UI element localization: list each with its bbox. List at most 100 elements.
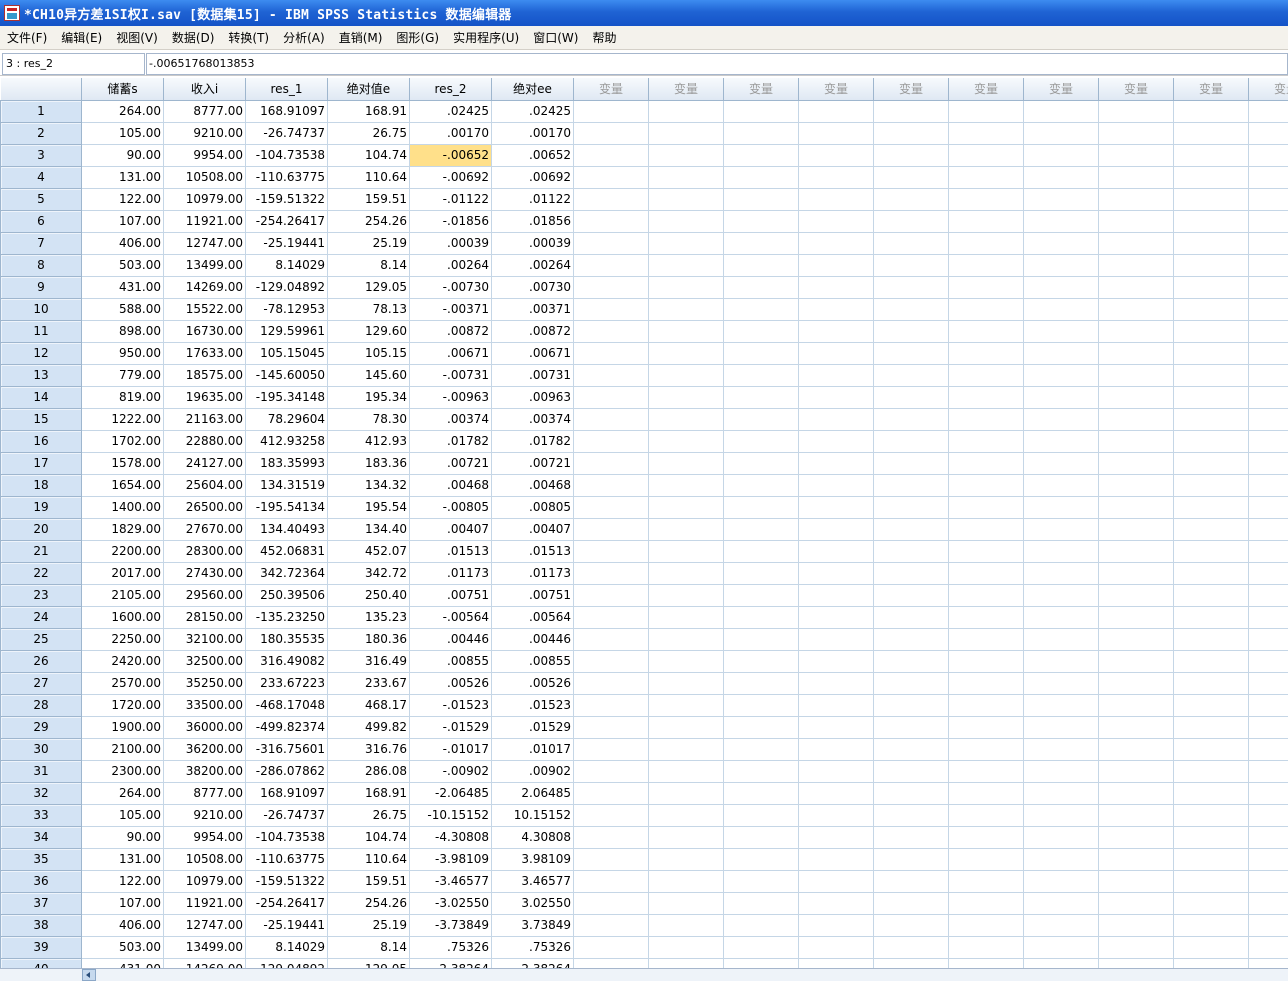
empty-cell[interactable] [798, 716, 874, 739]
empty-cell[interactable] [948, 892, 1024, 915]
data-cell[interactable]: 2017.00 [81, 562, 164, 585]
empty-cell[interactable] [1098, 188, 1174, 211]
empty-cell[interactable] [948, 232, 1024, 255]
empty-cell[interactable] [1248, 848, 1288, 871]
empty-cell[interactable] [1023, 540, 1099, 563]
column-header[interactable]: 储蓄s [81, 78, 164, 101]
empty-cell[interactable] [798, 452, 874, 475]
empty-cell[interactable] [1023, 694, 1099, 717]
data-cell[interactable]: 90.00 [81, 144, 164, 167]
empty-cell[interactable] [798, 936, 874, 959]
empty-cell[interactable] [648, 364, 724, 387]
data-cell[interactable]: 180.36 [327, 628, 410, 651]
data-cell[interactable]: 3.02550 [491, 892, 574, 915]
data-cell[interactable]: 195.54 [327, 496, 410, 519]
empty-cell[interactable] [873, 430, 949, 453]
empty-cell[interactable] [798, 848, 874, 871]
data-cell[interactable]: 24127.00 [163, 452, 246, 475]
row-number-header[interactable]: 39 [0, 935, 82, 959]
empty-cell[interactable] [723, 408, 799, 431]
row-number-header[interactable]: 11 [0, 319, 82, 343]
empty-cell[interactable] [648, 474, 724, 497]
empty-cell[interactable] [723, 166, 799, 189]
data-cell[interactable]: 3.73849 [491, 914, 574, 937]
data-cell[interactable]: .00446 [409, 628, 492, 651]
empty-cell[interactable] [873, 298, 949, 321]
empty-cell[interactable] [573, 364, 649, 387]
data-cell[interactable]: .00170 [491, 122, 574, 145]
data-cell[interactable]: -129.04892 [245, 276, 328, 299]
empty-cell[interactable] [1098, 122, 1174, 145]
data-cell[interactable]: .00751 [409, 584, 492, 607]
empty-cell[interactable] [1248, 804, 1288, 827]
data-cell[interactable]: -10.15152 [409, 804, 492, 827]
empty-cell[interactable] [873, 870, 949, 893]
empty-cell[interactable] [1023, 210, 1099, 233]
data-cell[interactable]: 406.00 [81, 914, 164, 937]
empty-cell[interactable] [873, 144, 949, 167]
data-cell[interactable]: 78.30 [327, 408, 410, 431]
empty-cell[interactable] [1248, 540, 1288, 563]
empty-cell[interactable] [573, 870, 649, 893]
empty-cell[interactable] [723, 804, 799, 827]
empty-cell[interactable] [573, 298, 649, 321]
empty-cell[interactable] [723, 254, 799, 277]
empty-cell[interactable] [1023, 760, 1099, 783]
empty-cell[interactable] [1098, 210, 1174, 233]
empty-cell[interactable] [723, 958, 799, 968]
data-cell[interactable]: 122.00 [81, 870, 164, 893]
data-cell[interactable]: 21163.00 [163, 408, 246, 431]
empty-cell[interactable] [648, 408, 724, 431]
data-cell[interactable]: 254.26 [327, 892, 410, 915]
data-cell[interactable]: .00963 [491, 386, 574, 409]
data-cell[interactable]: -254.26417 [245, 210, 328, 233]
data-cell[interactable]: 25.19 [327, 232, 410, 255]
empty-cell[interactable] [1173, 254, 1249, 277]
empty-cell[interactable] [948, 364, 1024, 387]
empty-cell[interactable] [873, 540, 949, 563]
data-cell[interactable]: 3.98109 [491, 848, 574, 871]
empty-cell[interactable] [1248, 584, 1288, 607]
empty-variable-header[interactable]: 变量 [1248, 78, 1288, 101]
data-cell[interactable]: 10508.00 [163, 848, 246, 871]
menu-item[interactable]: 编辑(E) [54, 26, 109, 50]
data-cell[interactable]: 33500.00 [163, 694, 246, 717]
row-number-header[interactable]: 31 [0, 759, 82, 783]
data-cell[interactable]: .01782 [409, 430, 492, 453]
empty-cell[interactable] [1098, 430, 1174, 453]
data-cell[interactable]: -286.07862 [245, 760, 328, 783]
empty-cell[interactable] [1023, 936, 1099, 959]
data-cell[interactable]: -.01856 [409, 210, 492, 233]
empty-cell[interactable] [648, 166, 724, 189]
data-cell[interactable]: .00039 [409, 232, 492, 255]
empty-cell[interactable] [1173, 408, 1249, 431]
data-cell[interactable]: 8.14029 [245, 254, 328, 277]
empty-cell[interactable] [948, 474, 1024, 497]
data-cell[interactable]: .00855 [491, 650, 574, 673]
data-cell[interactable]: 264.00 [81, 782, 164, 805]
empty-cell[interactable] [1023, 716, 1099, 739]
empty-cell[interactable] [1098, 584, 1174, 607]
data-cell[interactable]: 1829.00 [81, 518, 164, 541]
empty-cell[interactable] [1098, 760, 1174, 783]
empty-cell[interactable] [873, 496, 949, 519]
empty-cell[interactable] [1173, 232, 1249, 255]
data-cell[interactable]: .01173 [409, 562, 492, 585]
empty-cell[interactable] [1173, 386, 1249, 409]
empty-cell[interactable] [573, 540, 649, 563]
empty-cell[interactable] [723, 496, 799, 519]
empty-cell[interactable] [573, 738, 649, 761]
empty-cell[interactable] [723, 870, 799, 893]
empty-cell[interactable] [1248, 760, 1288, 783]
empty-cell[interactable] [948, 166, 1024, 189]
data-cell[interactable]: 28150.00 [163, 606, 246, 629]
empty-cell[interactable] [1248, 518, 1288, 541]
row-number-header[interactable]: 24 [0, 605, 82, 629]
data-cell[interactable]: -.00564 [409, 606, 492, 629]
data-cell[interactable]: 342.72 [327, 562, 410, 585]
empty-cell[interactable] [1023, 474, 1099, 497]
data-cell[interactable]: 14269.00 [163, 958, 246, 968]
menu-item[interactable]: 视图(V) [109, 26, 165, 50]
column-header[interactable]: res_1 [245, 78, 328, 101]
menu-item[interactable]: 转换(T) [221, 26, 276, 50]
